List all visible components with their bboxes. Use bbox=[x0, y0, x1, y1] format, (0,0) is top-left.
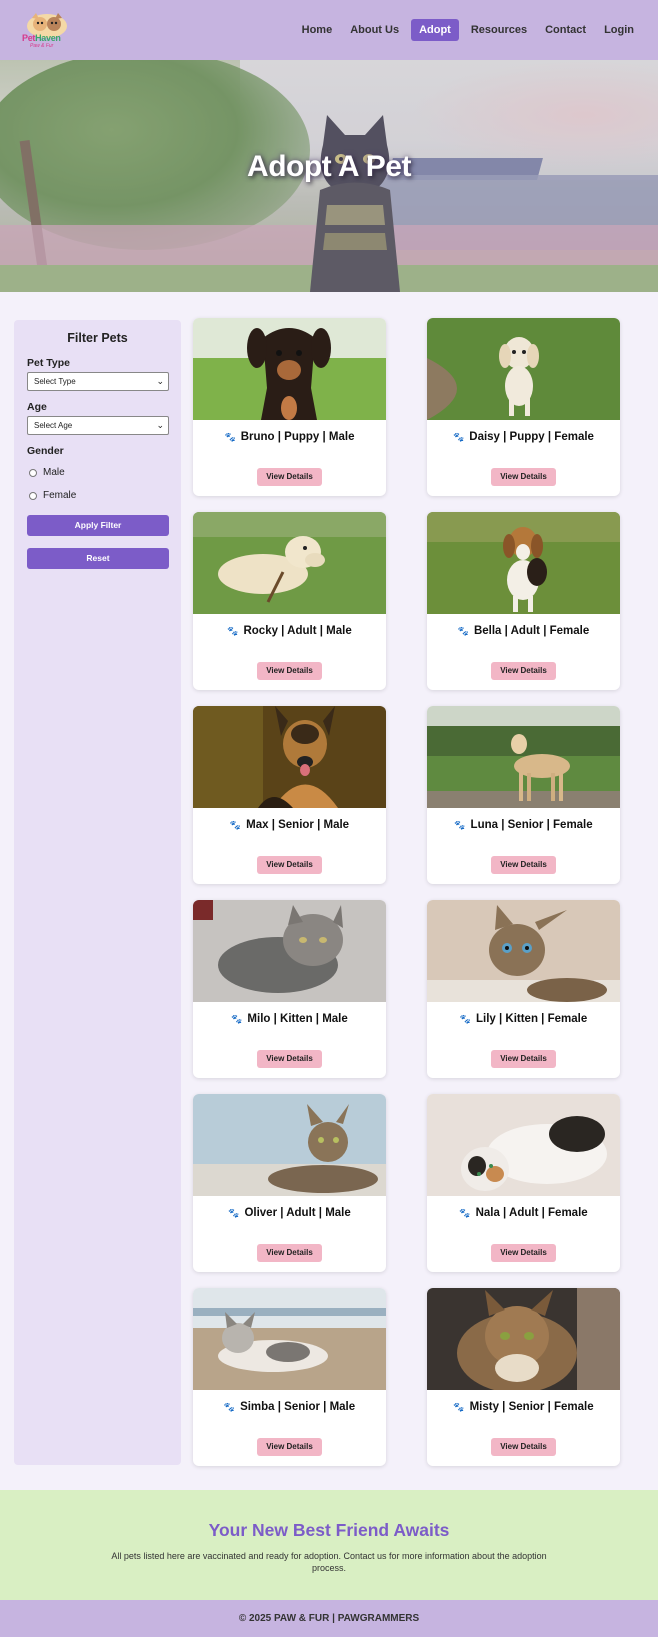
view-details-button[interactable]: View Details bbox=[491, 856, 556, 874]
logo-tagline: Paw & Fur bbox=[30, 43, 54, 49]
paw-icon: 🐾 bbox=[453, 1402, 465, 1412]
pet-type-value: Select Type bbox=[34, 377, 76, 386]
pet-name: 🐾 Daisy | Puppy | Female bbox=[453, 431, 594, 443]
radio-label-female: Female bbox=[43, 490, 77, 501]
pet-photo bbox=[427, 1288, 620, 1390]
paw-icon: 🐾 bbox=[454, 820, 466, 830]
pet-photo bbox=[193, 706, 386, 808]
pet-photo bbox=[193, 1288, 386, 1390]
view-details-button[interactable]: View Details bbox=[257, 1438, 322, 1456]
filter-title: Filter Pets bbox=[67, 331, 128, 345]
pet-photo bbox=[427, 318, 620, 420]
age-label: Age bbox=[27, 401, 47, 413]
paw-icon: 🐾 bbox=[459, 1014, 471, 1024]
view-details-button[interactable]: View Details bbox=[491, 468, 556, 486]
radio-circle-icon bbox=[29, 468, 37, 477]
radio-label-male: Male bbox=[43, 467, 65, 478]
view-details-button[interactable]: View Details bbox=[257, 662, 322, 680]
paw-icon: 🐾 bbox=[457, 626, 469, 636]
pet-photo bbox=[193, 900, 386, 1002]
pet-photo bbox=[427, 1094, 620, 1196]
footer-copyright: © 2025 PAW & FUR | PAWGRAMMERS bbox=[238, 1613, 420, 1624]
pet-card[interactable]: 🐾 Nala | Adult | Female View Details bbox=[427, 1094, 620, 1272]
pet-name: 🐾 Bruno | Puppy | Male bbox=[224, 431, 355, 443]
view-details-button[interactable]: View Details bbox=[257, 856, 322, 874]
paw-icon: 🐾 bbox=[231, 1014, 243, 1024]
paw-icon: 🐾 bbox=[229, 820, 242, 830]
pet-card[interactable]: 🐾 Bella | Adult | Female View Details bbox=[427, 512, 620, 690]
chevron-down-icon: ⌄ bbox=[156, 420, 164, 430]
view-details-button[interactable]: View Details bbox=[491, 1244, 556, 1262]
pet-card[interactable]: 🐾 Luna | Senior | Female View Details bbox=[427, 706, 620, 884]
age-select[interactable]: Select Age ⌄ bbox=[27, 416, 169, 435]
pet-name: 🐾 Bella | Adult | Female bbox=[457, 625, 590, 637]
paw-icon: 🐾 bbox=[453, 432, 465, 442]
info-banner: Your New Best Friend Awaits All pets lis… bbox=[0, 1490, 658, 1600]
pet-name: 🐾 Nala | Adult | Female bbox=[459, 1207, 588, 1219]
pet-photo bbox=[427, 706, 620, 808]
hero-title: Adopt A Pet bbox=[247, 150, 411, 183]
paw-icon: 🐾 bbox=[459, 1208, 471, 1218]
pet-card[interactable]: 🐾 Daisy | Puppy | Female View Details bbox=[427, 318, 620, 496]
pet-card[interactable]: 🐾 Simba | Senior | Male View Details bbox=[193, 1288, 386, 1466]
main-nav: Home About Us Adopt Resources Contact Lo… bbox=[296, 19, 640, 41]
pet-type-select[interactable]: Select Type ⌄ bbox=[27, 372, 169, 391]
logo-text: PetHaven bbox=[22, 33, 61, 43]
paw-icon: 🐾 bbox=[223, 1402, 236, 1412]
pet-card[interactable]: 🐾 Bruno | Puppy | Male View Details bbox=[193, 318, 386, 496]
site-footer: © 2025 PAW & FUR | PAWGRAMMERS bbox=[0, 1600, 658, 1637]
paw-icon: 🐾 bbox=[228, 1208, 240, 1218]
filter-sidebar: Filter Pets Pet Type Select Type ⌄ Age S… bbox=[14, 320, 181, 1465]
pet-card[interactable]: 🐾 Misty | Senior | Female View Details bbox=[427, 1288, 620, 1466]
radio-circle-icon bbox=[29, 491, 37, 500]
pet-name: 🐾 Luna | Senior | Female bbox=[454, 819, 593, 831]
view-details-button[interactable]: View Details bbox=[491, 1438, 556, 1456]
nav-login[interactable]: Login bbox=[598, 20, 640, 40]
pet-card[interactable]: 🐾 Oliver | Adult | Male View Details bbox=[193, 1094, 386, 1272]
paw-icon: 🐾 bbox=[227, 626, 239, 636]
pet-type-label: Pet Type bbox=[27, 357, 70, 369]
paw-icon: 🐾 bbox=[224, 432, 236, 442]
pet-name: 🐾 Milo | Kitten | Male bbox=[231, 1013, 348, 1025]
view-details-button[interactable]: View Details bbox=[257, 1244, 322, 1262]
pet-photo bbox=[427, 900, 620, 1002]
pet-photo bbox=[427, 512, 620, 614]
pet-name: 🐾 Lily | Kitten | Female bbox=[459, 1013, 588, 1025]
chevron-down-icon: ⌄ bbox=[156, 376, 164, 386]
apply-filter-button[interactable]: Apply Filter bbox=[27, 515, 169, 536]
pet-name: 🐾 Misty | Senior | Female bbox=[453, 1401, 594, 1413]
banner-text: All pets listed here are vaccinated and … bbox=[111, 1551, 547, 1573]
gender-radio-male[interactable]: Male bbox=[29, 467, 65, 478]
pet-name: 🐾 Simba | Senior | Male bbox=[223, 1401, 356, 1413]
view-details-button[interactable]: View Details bbox=[257, 1050, 322, 1068]
pet-card[interactable]: 🐾 Rocky | Adult | Male View Details bbox=[193, 512, 386, 690]
banner-title: Your New Best Friend Awaits bbox=[208, 1520, 450, 1540]
pet-name: 🐾 Oliver | Adult | Male bbox=[228, 1207, 351, 1219]
pet-card[interactable]: 🐾 Lily | Kitten | Female View Details bbox=[427, 900, 620, 1078]
pet-name: 🐾 Max | Senior | Male bbox=[229, 819, 350, 831]
view-details-button[interactable]: View Details bbox=[491, 1050, 556, 1068]
pet-card[interactable]: 🐾 Max | Senior | Male View Details bbox=[193, 706, 386, 884]
view-details-button[interactable]: View Details bbox=[491, 662, 556, 680]
nav-contact[interactable]: Contact bbox=[539, 20, 592, 40]
nav-about-us[interactable]: About Us bbox=[344, 20, 405, 40]
reset-button[interactable]: Reset bbox=[27, 548, 169, 569]
site-header: PetHaven Paw & Fur Home About Us Adopt R… bbox=[0, 0, 658, 60]
gender-radio-female[interactable]: Female bbox=[29, 490, 76, 501]
pet-photo bbox=[193, 1094, 386, 1196]
age-value: Select Age bbox=[34, 421, 73, 430]
gender-label: Gender bbox=[27, 445, 64, 457]
hero-banner: Adopt A Pet bbox=[0, 60, 658, 292]
nav-home[interactable]: Home bbox=[296, 20, 339, 40]
nav-resources[interactable]: Resources bbox=[465, 20, 533, 40]
pet-photo bbox=[193, 512, 386, 614]
nav-adopt[interactable]: Adopt bbox=[411, 19, 459, 41]
pet-photo bbox=[193, 318, 386, 420]
pet-card[interactable]: 🐾 Milo | Kitten | Male View Details bbox=[193, 900, 386, 1078]
view-details-button[interactable]: View Details bbox=[257, 468, 322, 486]
pet-name: 🐾 Rocky | Adult | Male bbox=[227, 625, 352, 637]
